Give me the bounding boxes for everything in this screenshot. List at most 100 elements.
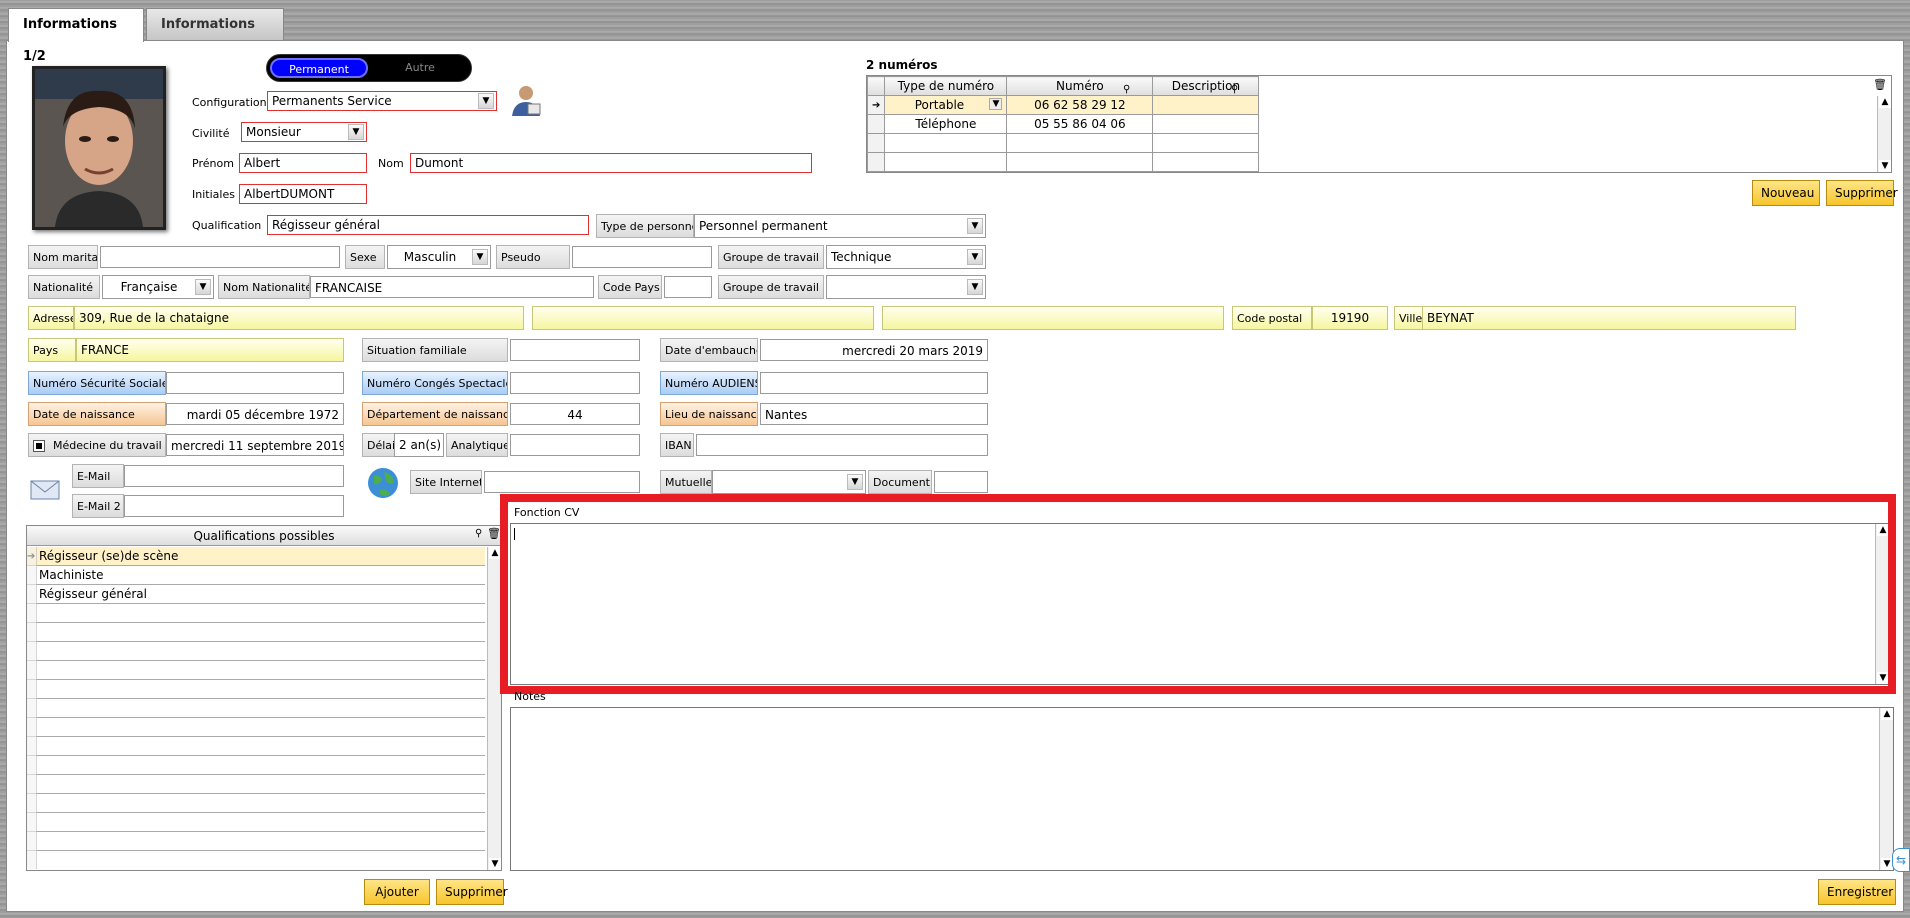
- toggle-permanent[interactable]: Permanent: [270, 58, 368, 78]
- phones-scrollbar[interactable]: ▲ ▼: [1877, 96, 1891, 172]
- groupe-travail-1-select[interactable]: Technique ▼: [826, 245, 986, 269]
- profile-photo[interactable]: [32, 66, 166, 230]
- qualification-input[interactable]: Régisseur général: [267, 215, 589, 235]
- adresse-input[interactable]: 309, Rue de la chataigne: [74, 306, 524, 330]
- notes-textarea[interactable]: ▲ ▼: [510, 707, 1894, 871]
- chevron-down-icon[interactable]: ▼: [195, 279, 211, 295]
- empty-cell[interactable]: [1006, 133, 1154, 153]
- conges-spectacle-input[interactable]: [510, 372, 640, 394]
- phone-type-cell[interactable]: Portable ▼: [884, 95, 1008, 115]
- site-internet-input[interactable]: [484, 471, 640, 493]
- notes-scrollbar[interactable]: ▲ ▼: [1879, 708, 1893, 870]
- mutuelle-select[interactable]: ▼: [712, 470, 866, 494]
- adresse-3-input[interactable]: [882, 306, 1224, 330]
- ville-input[interactable]: BEYNAT: [1422, 306, 1796, 330]
- chevron-down-icon[interactable]: ▼: [989, 98, 1003, 110]
- tab-informations-2[interactable]: Informations 2/2: [146, 8, 284, 64]
- phone-description-cell[interactable]: [1152, 114, 1260, 134]
- document-input[interactable]: [934, 471, 988, 493]
- scroll-up-icon[interactable]: ▲: [1879, 96, 1891, 108]
- chevron-down-icon[interactable]: ▼: [967, 279, 983, 295]
- table-row[interactable]: ➔ Portable ▼ 06 62 58 29 12: [866, 95, 1260, 115]
- email-2-input[interactable]: [124, 495, 344, 517]
- ajouter-button[interactable]: Ajouter: [364, 879, 430, 905]
- globe-icon[interactable]: [366, 466, 400, 500]
- qualifications-scrollbar[interactable]: ▲ ▼: [487, 547, 501, 870]
- chevron-down-icon[interactable]: ▼: [348, 124, 364, 140]
- adresse-2-input[interactable]: [532, 306, 874, 330]
- empty-cell[interactable]: [1152, 152, 1260, 172]
- toggle-autre[interactable]: Autre: [375, 58, 465, 78]
- type-personnel-select[interactable]: Personnel permanent ▼: [694, 214, 986, 238]
- list-item[interactable]: ➔Régisseur (se)de scène: [27, 547, 485, 566]
- supprimer-qualification-button[interactable]: Supprimer: [436, 879, 508, 905]
- nom-input[interactable]: Dumont: [410, 153, 812, 173]
- groupe-travail-2-select[interactable]: ▼: [826, 275, 986, 299]
- empty-cell[interactable]: [884, 133, 1008, 153]
- pays-input[interactable]: FRANCE: [76, 338, 344, 362]
- phone-number-cell[interactable]: 06 62 58 29 12: [1006, 95, 1154, 115]
- prenom-input[interactable]: Albert: [239, 153, 367, 173]
- medecine-checkbox[interactable]: [33, 440, 45, 452]
- nom-marital-input[interactable]: [100, 246, 340, 268]
- pseudo-input[interactable]: [572, 246, 712, 268]
- code-postal-input[interactable]: 19190: [1312, 306, 1388, 330]
- sexe-select[interactable]: Masculin ▼: [387, 245, 491, 269]
- delai-input[interactable]: 2 an(s): [394, 433, 444, 457]
- nom-marital-label: Nom marital: [28, 245, 98, 269]
- permanent-toggle[interactable]: Permanent Autre: [266, 54, 472, 82]
- list-item[interactable]: Régisseur général: [27, 585, 485, 604]
- enregistrer-button[interactable]: Enregistrer: [1818, 879, 1896, 905]
- phone-number-cell[interactable]: 05 55 86 04 06: [1006, 114, 1154, 134]
- departement-naissance-input[interactable]: 44: [510, 403, 640, 425]
- chevron-down-icon[interactable]: ▼: [967, 249, 983, 265]
- empty-cell[interactable]: [1006, 152, 1154, 172]
- supprimer-phone-button[interactable]: Supprimer: [1826, 180, 1898, 206]
- date-embauche-input[interactable]: mercredi 20 mars 2019: [760, 339, 988, 361]
- chevron-down-icon[interactable]: ▼: [472, 249, 488, 265]
- user-manager-icon[interactable]: [508, 84, 544, 118]
- table-row[interactable]: Téléphone 05 55 86 04 06: [866, 114, 1260, 134]
- table-row[interactable]: [866, 152, 1260, 172]
- search-icon[interactable]: ⚲: [475, 528, 482, 539]
- email-icon[interactable]: [28, 474, 64, 504]
- secu-input[interactable]: [166, 372, 344, 394]
- nouveau-button[interactable]: Nouveau: [1752, 180, 1820, 206]
- nom-nationalite-input[interactable]: FRANCAISE: [310, 276, 594, 298]
- scroll-down-icon[interactable]: ▼: [489, 858, 501, 870]
- situation-familiale-input[interactable]: [510, 339, 640, 361]
- scroll-up-icon[interactable]: ▲: [1881, 708, 1893, 720]
- trash-icon[interactable]: 🗑: [487, 527, 501, 540]
- scroll-down-icon[interactable]: ▼: [1879, 160, 1891, 172]
- civilite-label: Civilité: [192, 127, 230, 140]
- lieu-naissance-input[interactable]: Nantes: [760, 403, 988, 425]
- phone-type-cell[interactable]: Téléphone: [884, 114, 1008, 134]
- medecine-travail-input[interactable]: mercredi 11 septembre 2019: [166, 434, 344, 456]
- chevron-down-icon[interactable]: ▼: [478, 93, 494, 109]
- remote-support-icon[interactable]: ⇆: [1892, 848, 1910, 872]
- empty-cell[interactable]: [1152, 133, 1260, 153]
- header-description[interactable]: Description: [1152, 76, 1260, 96]
- analytique-input[interactable]: [510, 434, 640, 456]
- date-naissance-input[interactable]: mardi 05 décembre 1972: [166, 403, 344, 425]
- email-input[interactable]: [124, 465, 344, 487]
- header-type-numero[interactable]: Type de numéro: [884, 76, 1008, 96]
- configuration-select[interactable]: Permanents Service ▼: [267, 91, 497, 111]
- table-row[interactable]: [866, 133, 1260, 153]
- iban-input[interactable]: [696, 434, 988, 456]
- chevron-down-icon[interactable]: ▼: [967, 218, 983, 234]
- phone-description-cell[interactable]: [1152, 95, 1260, 115]
- code-pays-input[interactable]: [664, 276, 712, 298]
- list-item[interactable]: Machiniste: [27, 566, 485, 585]
- search-icon[interactable]: ⚲: [1123, 84, 1130, 95]
- search-icon[interactable]: ⚲: [1231, 84, 1238, 95]
- civilite-select[interactable]: Monsieur ▼: [241, 122, 367, 142]
- tab-informations-1[interactable]: Informations 1/2: [8, 8, 144, 64]
- audiens-input[interactable]: [760, 372, 988, 394]
- header-numero[interactable]: Numéro: [1006, 76, 1154, 96]
- empty-cell[interactable]: [884, 152, 1008, 172]
- trash-icon[interactable]: 🗑: [1873, 78, 1887, 91]
- nationalite-select[interactable]: Française ▼: [102, 275, 214, 299]
- initiales-input[interactable]: AlbertDUMONT: [239, 184, 367, 204]
- chevron-down-icon[interactable]: ▼: [847, 474, 863, 490]
